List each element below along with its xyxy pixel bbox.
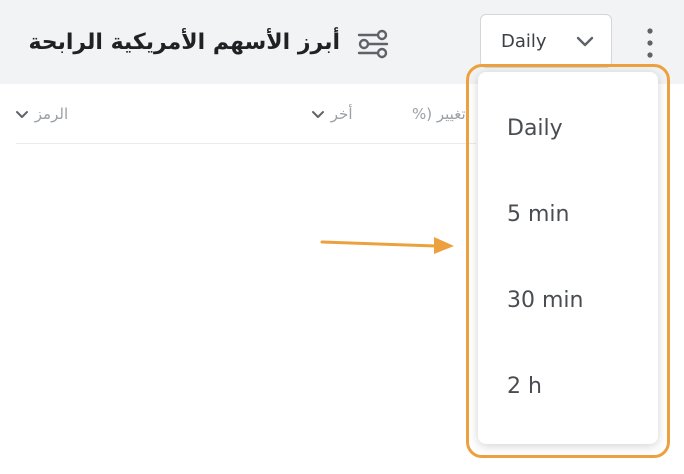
interval-option-5min[interactable]: 5 min [478,186,658,244]
column-header-last-label: أخر [330,105,353,123]
interval-select[interactable]: Daily [480,14,612,68]
chevron-down-icon [576,36,594,47]
column-header-symbol-label: الرمز [34,105,69,123]
column-header-change[interactable]: تغيير (% [412,100,484,128]
column-header-last[interactable]: أخر [310,100,376,128]
more-vertical-icon [647,28,653,58]
chevron-down-icon [16,110,28,118]
interval-select-value: Daily [501,31,547,52]
page-title: أبرز الأسهم الأمريكية الرابحة [28,30,340,55]
page: أبرز الأسهم الأمريكية الرابحة Daily الرم… [0,0,684,474]
interval-option-daily[interactable]: Daily [478,100,658,158]
arrow-icon [320,237,454,254]
column-header-change-label: تغيير (% [412,105,466,123]
interval-option-2h[interactable]: 2 h [478,358,658,416]
interval-dropdown-menu: Daily 5 min 30 min 2 h [478,72,658,444]
sliders-icon [357,29,389,59]
column-header-symbol[interactable]: الرمز [14,100,86,128]
chevron-down-icon [312,110,324,118]
table-divider [16,143,476,144]
filter-button[interactable] [355,26,391,62]
interval-option-30min[interactable]: 30 min [478,272,658,330]
more-options-button[interactable] [636,26,664,60]
